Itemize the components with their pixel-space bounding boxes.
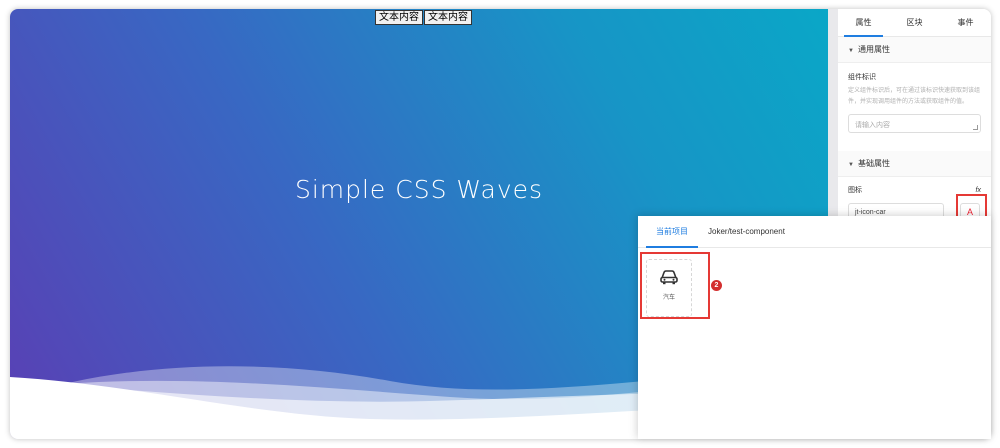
text-button-group: 文本内容 文本内容 (375, 10, 472, 25)
icon-picker-popup: 当前项目 Joker/test-component 汽车 (638, 216, 991, 439)
annotation-badge-2: 2 (711, 280, 722, 291)
fx-toggle[interactable]: fx (976, 187, 981, 194)
section-basic-title: 基础属性 (857, 159, 890, 168)
tab-properties[interactable]: 属性 (838, 9, 889, 37)
popup-tabs: 当前项目 Joker/test-component (638, 216, 991, 248)
section-general-header[interactable]: ▼ 通用属性 (838, 37, 991, 63)
tab-joker-test-component[interactable]: Joker/test-component (698, 216, 795, 247)
icon-field-label: 图标 (848, 187, 862, 194)
tab-events[interactable]: 事件 (940, 9, 991, 36)
icon-field-header: 图标 fx (838, 177, 991, 195)
text-button-2[interactable]: 文本内容 (424, 10, 472, 25)
text-button-1[interactable]: 文本内容 (375, 10, 423, 25)
section-basic-header[interactable]: ▼ 基础属性 (838, 151, 991, 177)
tab-blocks[interactable]: 区块 (889, 9, 940, 36)
component-id-input[interactable]: 请输入内容 (848, 114, 981, 133)
component-id-label: 组件标识 (848, 74, 876, 81)
caret-down-icon: ▼ (848, 48, 854, 54)
highlight-box-2 (640, 252, 710, 319)
component-id-hint: 定义组件标识后，可在通过该标识快速获取到该组件，并实现调用组件的方法或获取组件的… (848, 88, 981, 105)
caret-down-icon: ▼ (848, 162, 854, 168)
panel-tabs: 属性 区块 事件 (838, 9, 991, 37)
section-general-title: 通用属性 (857, 45, 890, 54)
hero-title: Simple CSS Waves (294, 175, 544, 204)
tab-current-project[interactable]: 当前项目 (646, 216, 698, 248)
